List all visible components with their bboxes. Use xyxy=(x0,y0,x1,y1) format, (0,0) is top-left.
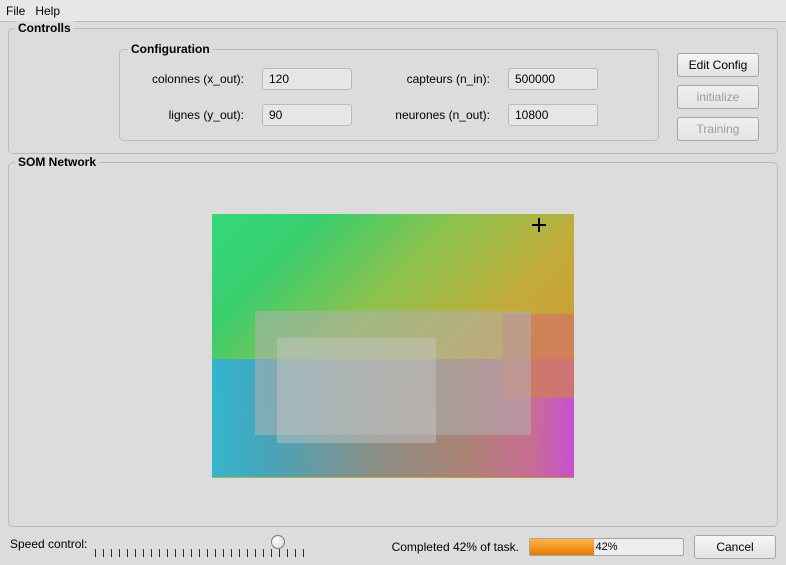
controls-title: Controlls xyxy=(15,21,74,35)
menu-help[interactable]: Help xyxy=(35,4,60,18)
progress-bar-text: 42% xyxy=(530,539,683,555)
footer: Speed control: Completed 42% of task. 42… xyxy=(0,529,786,565)
menubar: File Help xyxy=(0,0,786,22)
input-lignes[interactable] xyxy=(262,104,352,126)
training-button: Training xyxy=(677,117,759,141)
label-neurones: neurones (n_out): xyxy=(370,108,490,122)
input-capteurs[interactable] xyxy=(508,68,598,90)
cancel-button[interactable]: Cancel xyxy=(694,535,776,559)
speed-slider-knob[interactable] xyxy=(271,535,285,549)
som-network-title: SOM Network xyxy=(15,155,99,169)
som-cursor-icon xyxy=(532,218,546,232)
input-colonnes[interactable] xyxy=(262,68,352,90)
menu-file[interactable]: File xyxy=(6,4,25,18)
label-colonnes: colonnes (x_out): xyxy=(134,72,244,86)
som-network-group: SOM Network xyxy=(8,162,778,527)
progress-bar: 42% xyxy=(529,538,684,556)
input-neurones[interactable] xyxy=(508,104,598,126)
label-lignes: lignes (y_out): xyxy=(134,108,244,122)
speed-slider[interactable] xyxy=(95,537,305,557)
edit-config-button[interactable]: Edit Config xyxy=(677,53,759,77)
initialize-button: initialize xyxy=(677,85,759,109)
label-capteurs: capteurs (n_in): xyxy=(370,72,490,86)
speed-label: Speed control: xyxy=(10,537,87,551)
controls-group: Controlls Configuration colonnes (x_out)… xyxy=(8,28,778,154)
configuration-title: Configuration xyxy=(128,42,213,56)
progress-status: Completed 42% of task. xyxy=(392,540,519,554)
controls-buttons: Edit Config initialize Training xyxy=(677,49,759,141)
som-canvas xyxy=(212,214,574,478)
configuration-group: Configuration colonnes (x_out): capteurs… xyxy=(119,49,659,141)
